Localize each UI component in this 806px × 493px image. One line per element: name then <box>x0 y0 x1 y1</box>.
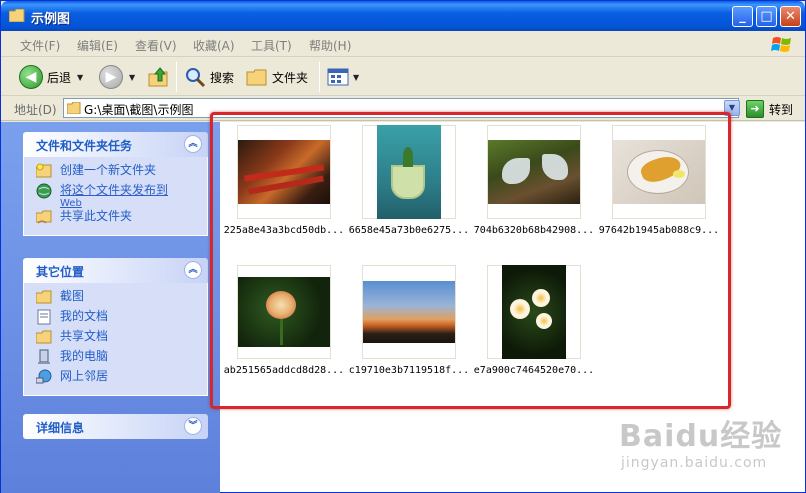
task-pane: 文件和文件夹任务 ︽ 创建一个新文件夹 将这个文件夹发布到 Web 共享此文件夹… <box>1 122 220 493</box>
panel-header[interactable]: 详细信息 ︾ <box>23 414 208 439</box>
task-share-folder[interactable]: 共享此文件夹 <box>36 209 207 229</box>
place-network[interactable]: 网上邻居 <box>36 369 207 389</box>
highlight-rectangle <box>210 112 731 409</box>
place-shared-documents[interactable]: 共享文档 <box>36 329 207 349</box>
folder-icon <box>67 102 81 114</box>
task-publish-web[interactable]: 将这个文件夹发布到 Web <box>36 183 207 209</box>
views-button[interactable]: ▼ <box>327 64 359 90</box>
folders-button[interactable]: 文件夹 <box>246 64 308 90</box>
collapse-chevron-icon[interactable]: ︽ <box>184 135 202 153</box>
details-panel: 详细信息 ︾ <box>23 414 208 439</box>
search-icon <box>186 68 206 88</box>
views-icon <box>327 68 349 86</box>
collapse-chevron-icon[interactable]: ︽ <box>184 261 202 279</box>
chevron-down-icon: ▼ <box>77 72 84 82</box>
maximize-button[interactable]: □ <box>756 6 777 27</box>
place-my-computer[interactable]: 我的电脑 <box>36 349 207 369</box>
close-button[interactable]: ✕ <box>780 6 801 27</box>
minimize-button[interactable]: _ <box>732 6 753 27</box>
back-arrow-icon: ◀ <box>19 65 43 89</box>
toolbar-separator <box>176 62 177 92</box>
menu-bar: 文件(F) 编辑(E) 查看(V) 收藏(A) 工具(T) 帮助(H) <box>1 31 805 57</box>
chevron-down-icon: ▼ <box>129 72 136 82</box>
up-folder-icon <box>148 67 168 87</box>
other-places-panel: 其它位置 ︽ 截图 我的文档 共享文档 我的电脑 网上邻居 <box>23 258 208 396</box>
folders-icon <box>246 69 267 86</box>
address-label: 地址(D) <box>14 103 57 117</box>
explorer-window: 示例图 _ □ ✕ 文件(F) 编辑(E) 查看(V) 收藏(A) 工具(T) … <box>0 0 806 493</box>
menu-file[interactable]: 文件(F) <box>20 37 60 54</box>
up-folder-button[interactable] <box>148 64 170 90</box>
menu-edit[interactable]: 编辑(E) <box>77 37 118 54</box>
search-label: 搜索 <box>210 70 235 85</box>
place-my-documents[interactable]: 我的文档 <box>36 309 207 329</box>
go-arrow-icon: ➜ <box>746 100 764 118</box>
network-places-icon <box>36 369 52 384</box>
toolbar-separator <box>319 62 320 92</box>
folders-label: 文件夹 <box>272 70 309 85</box>
my-documents-icon <box>37 309 51 325</box>
new-folder-icon <box>36 163 52 178</box>
address-path: G:\桌面\截图\示例图 <box>84 103 194 117</box>
panel-title: 详细信息 <box>36 421 85 435</box>
watermark-logo: Baidu经验 <box>619 419 783 454</box>
file-folder-tasks-panel: 文件和文件夹任务 ︽ 创建一个新文件夹 将这个文件夹发布到 Web 共享此文件夹 <box>23 132 208 236</box>
title-bar[interactable]: 示例图 _ □ ✕ <box>1 1 805 31</box>
menu-help[interactable]: 帮助(H) <box>309 37 351 54</box>
panel-header[interactable]: 文件和文件夹任务 ︽ <box>23 132 208 157</box>
toolbar: ◀ 后退 ▼ ▶ ▼ 搜索 文件夹 ▼ <box>1 58 805 96</box>
window-title: 示例图 <box>31 12 71 27</box>
watermark-url: jingyan.baidu.com <box>621 455 768 471</box>
back-label: 后退 <box>47 70 72 85</box>
go-button[interactable]: ➜ 转到 <box>746 99 793 119</box>
forward-button[interactable]: ▶ ▼ <box>99 64 135 90</box>
windows-logo-icon <box>771 37 791 52</box>
expand-chevron-icon[interactable]: ︾ <box>184 417 202 435</box>
panel-header[interactable]: 其它位置 ︽ <box>23 258 208 283</box>
search-button[interactable]: 搜索 <box>184 64 234 90</box>
go-label: 转到 <box>769 102 794 117</box>
menu-view[interactable]: 查看(V) <box>135 37 177 54</box>
back-button[interactable]: ◀ 后退 ▼ <box>19 64 83 90</box>
place-screenshots[interactable]: 截图 <box>36 289 207 309</box>
menu-tools[interactable]: 工具(T) <box>251 37 292 54</box>
folder-icon <box>9 9 25 22</box>
folder-icon <box>36 290 52 304</box>
menu-favorites[interactable]: 收藏(A) <box>193 37 235 54</box>
publish-web-icon <box>36 183 52 199</box>
my-computer-icon <box>38 349 50 364</box>
panel-body: 创建一个新文件夹 将这个文件夹发布到 Web 共享此文件夹 <box>23 157 208 236</box>
panel-title: 其它位置 <box>36 265 85 279</box>
shared-documents-icon <box>36 330 52 344</box>
forward-arrow-icon: ▶ <box>99 65 123 89</box>
panel-body: 截图 我的文档 共享文档 我的电脑 网上邻居 <box>23 283 208 396</box>
chevron-down-icon: ▼ <box>353 72 360 82</box>
baidu-watermark: Baidu经验 jingyan.baidu.com <box>619 411 782 471</box>
panel-title: 文件和文件夹任务 <box>36 139 133 153</box>
task-new-folder[interactable]: 创建一个新文件夹 <box>36 163 207 183</box>
share-folder-icon <box>36 210 52 224</box>
